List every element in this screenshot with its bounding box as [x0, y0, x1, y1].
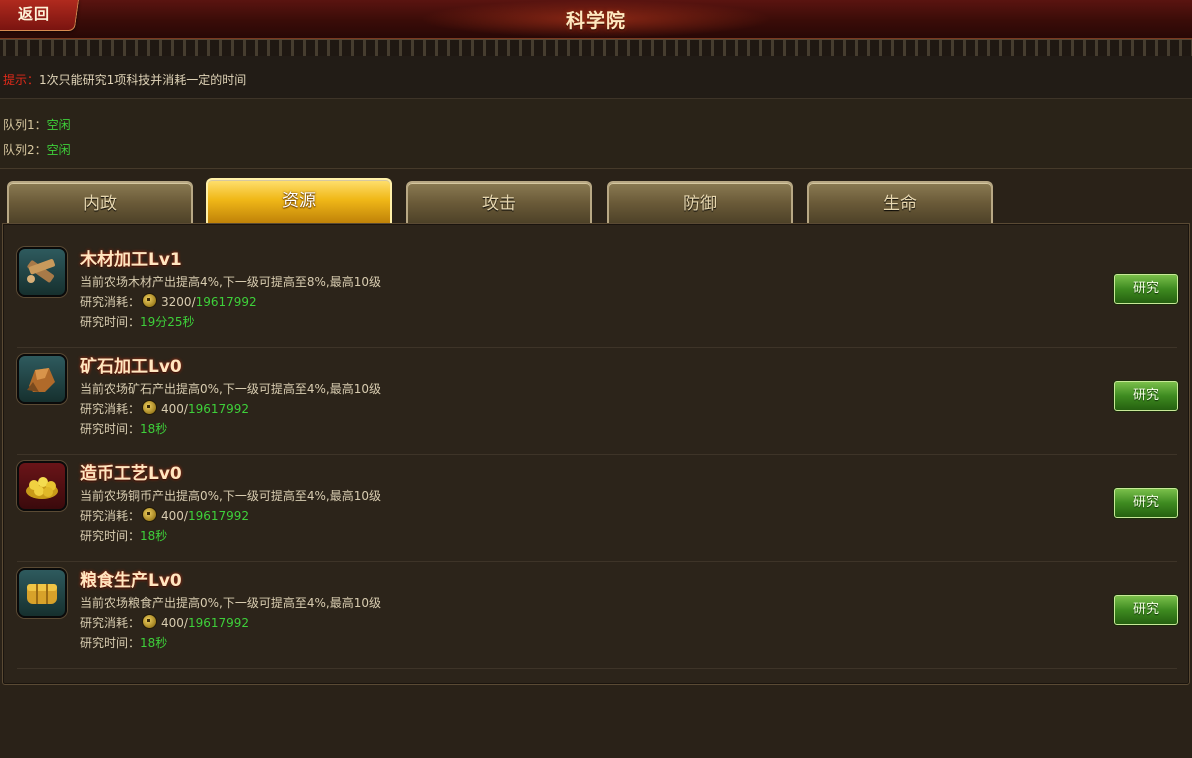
page-title: 科学院	[565, 10, 626, 32]
cost-label: 研究消耗：	[80, 509, 141, 523]
cost-total: 19617992	[187, 402, 250, 416]
cost-current: 400	[161, 616, 184, 630]
tech-name: 木材加工Lv1	[80, 250, 182, 270]
tech-time: 研究时间：18秒	[80, 420, 167, 437]
cost-total: 19617992	[195, 295, 257, 309]
tech-cost: 研究消耗： 400/19617992	[80, 400, 249, 417]
tech-item-wood: 木材加工Lv1 当前农场木材产出提高4%,下一级可提高至8%,最高10级 研究消…	[17, 241, 1178, 348]
tab-defense[interactable]: 防御	[607, 181, 793, 223]
cost-current: 3200	[161, 295, 192, 309]
coin-icon	[142, 507, 158, 522]
research-button[interactable]: 研究	[1114, 595, 1178, 625]
time-label: 研究时间：	[80, 529, 141, 543]
cost-current: 400	[161, 402, 184, 416]
coin-icon	[142, 614, 158, 629]
time-value: 19分25秒	[140, 315, 195, 329]
queue-2-label: 队列2：	[3, 143, 47, 157]
research-button[interactable]: 研究	[1114, 274, 1178, 304]
tech-item-grain: 粮食生产Lv0 当前农场粮食产出提高0%,下一级可提高至4%,最高10级 研究消…	[17, 562, 1178, 669]
tab-life[interactable]: 生命	[807, 181, 993, 223]
cost-current: 400	[161, 509, 184, 523]
tech-time: 研究时间：18秒	[80, 527, 167, 544]
tab-resources[interactable]: 资源	[206, 178, 392, 223]
tech-cost: 研究消耗： 400/19617992	[80, 507, 249, 524]
tab-attack[interactable]: 攻击	[406, 181, 592, 223]
decorative-border	[0, 39, 1192, 57]
research-button[interactable]: 研究	[1114, 381, 1178, 411]
cost-label: 研究消耗：	[80, 402, 141, 416]
cost-total: 19617992	[187, 509, 250, 523]
tip-bar: 提示：1次只能研究1项科技并消耗一定的时间	[0, 56, 1192, 99]
time-label: 研究时间：	[80, 315, 141, 329]
tech-list-panel: 木材加工Lv1 当前农场木材产出提高4%,下一级可提高至8%,最高10级 研究消…	[2, 223, 1190, 685]
time-value: 18秒	[140, 636, 168, 650]
tech-name: 矿石加工Lv0	[80, 357, 182, 377]
time-label: 研究时间：	[80, 422, 141, 436]
tab-interior[interactable]: 内政	[7, 181, 193, 223]
tip-line: 提示：1次只能研究1项科技并消耗一定的时间	[3, 71, 246, 88]
coin-icon	[142, 293, 158, 308]
cost-label: 研究消耗：	[80, 295, 141, 309]
queue-2-status: 空闲	[46, 143, 71, 157]
tech-name: 造币工艺Lv0	[80, 464, 182, 484]
cost-label: 研究消耗：	[80, 616, 141, 630]
queue-1-status: 空闲	[46, 118, 71, 132]
tech-item-coins: 造币工艺Lv0 当前农场铜币产出提高0%,下一级可提高至4%,最高10级 研究消…	[17, 455, 1178, 562]
tech-description: 当前农场粮食产出提高0%,下一级可提高至4%,最高10级	[80, 596, 381, 610]
ore-icon	[17, 354, 67, 404]
queue-1-label: 队列1：	[3, 118, 47, 132]
title-bar: 返回 科学院	[0, 0, 1192, 39]
tech-item-ore: 矿石加工Lv0 当前农场矿石产出提高0%,下一级可提高至4%,最高10级 研究消…	[17, 348, 1178, 455]
grain-icon	[17, 568, 67, 618]
tech-name: 粮食生产Lv0	[80, 571, 182, 591]
tech-time: 研究时间：18秒	[80, 634, 167, 651]
tech-cost: 研究消耗： 3200/19617992	[80, 293, 257, 310]
cost-total: 19617992	[187, 616, 250, 630]
time-value: 18秒	[140, 422, 168, 436]
tip-label: 提示：	[3, 73, 40, 87]
wood-icon	[17, 247, 67, 297]
tech-description: 当前农场铜币产出提高0%,下一级可提高至4%,最高10级	[80, 489, 381, 503]
research-button[interactable]: 研究	[1114, 488, 1178, 518]
tip-text: 1次只能研究1项科技并消耗一定的时间	[39, 73, 247, 87]
tech-cost: 研究消耗： 400/19617992	[80, 614, 249, 631]
queue-2: 队列2：空闲	[3, 141, 71, 158]
research-queues: 队列1：空闲 队列2：空闲	[0, 99, 1192, 169]
coins-icon	[17, 461, 67, 511]
coin-icon	[142, 400, 158, 415]
time-label: 研究时间：	[80, 636, 141, 650]
tech-description: 当前农场木材产出提高4%,下一级可提高至8%,最高10级	[80, 275, 381, 289]
time-value: 18秒	[140, 529, 168, 543]
tech-time: 研究时间：19分25秒	[80, 313, 195, 330]
tech-description: 当前农场矿石产出提高0%,下一级可提高至4%,最高10级	[80, 382, 381, 396]
queue-1: 队列1：空闲	[3, 116, 71, 133]
